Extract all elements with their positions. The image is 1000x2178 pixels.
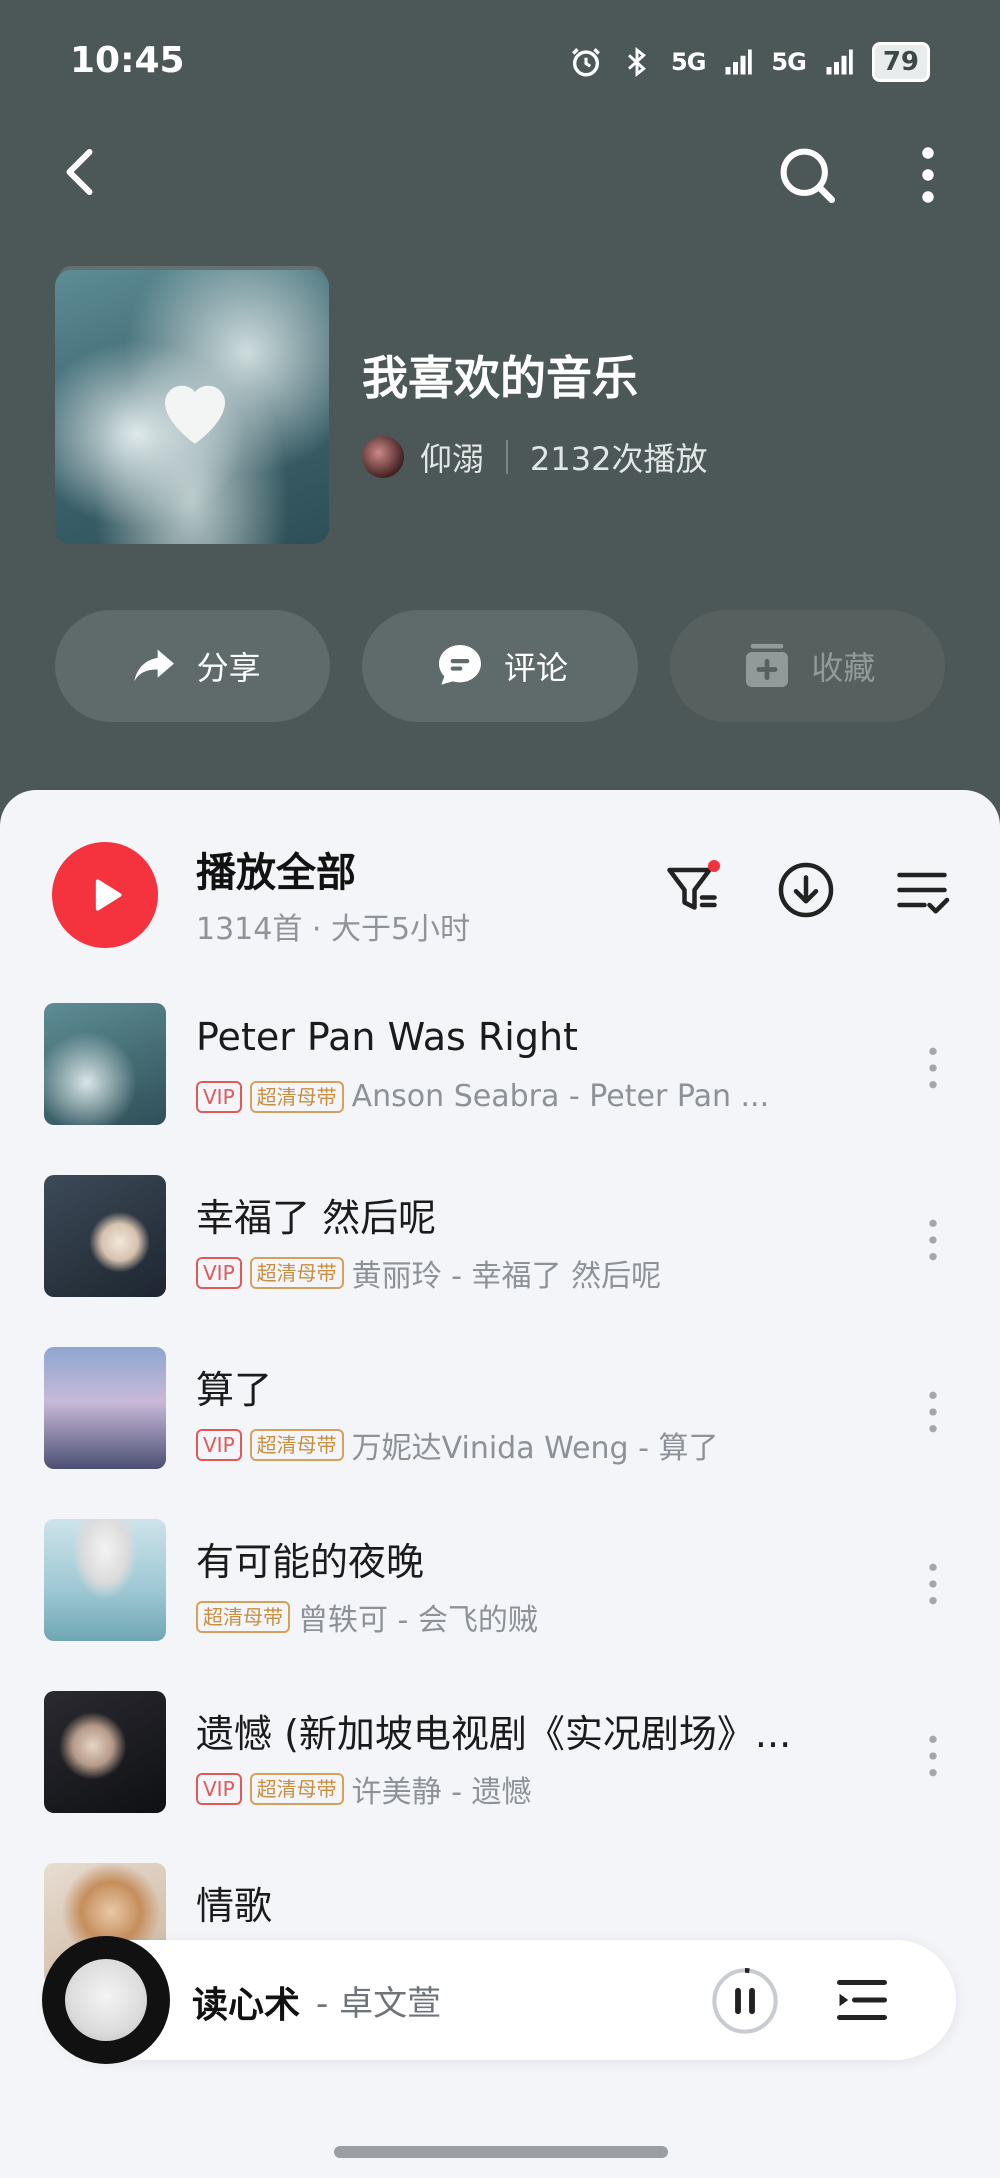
list-item[interactable]: 算了 VIP 超清母带 万妮达Vinida Weng - 算了 <box>0 1347 1000 1519</box>
avatar[interactable] <box>362 436 404 478</box>
play-count: 2132次播放 <box>530 440 708 478</box>
status-icons: 5G 5G 79 <box>569 42 930 82</box>
playlist-title: 我喜欢的音乐 <box>362 351 638 405</box>
now-playing-art <box>65 1959 147 2041</box>
playlist-header: 我喜欢的音乐 仰溺 2132次播放 <box>0 262 1000 562</box>
alarm-icon <box>572 48 600 77</box>
song-list: Peter Pan Was Right VIP 超清母带 Anson Seabr… <box>0 1003 1000 2035</box>
quality-badge: 超清母带 <box>249 1257 344 1289</box>
signal-bars-icon <box>826 49 853 75</box>
comment-label: 评论 <box>503 649 568 687</box>
list-item[interactable]: 有可能的夜晚 超清母带 曾轶可 - 会飞的贼 <box>0 1519 1000 1691</box>
play-all-label[interactable]: 播放全部 <box>196 840 356 898</box>
quality-badge: 超清母带 <box>249 1773 344 1805</box>
status-time: 10:45 <box>70 40 185 81</box>
play-icon <box>95 879 122 911</box>
list-item[interactable]: 遗憾 (新加坡电视剧《实况剧场》... VIP 超清母带 许美静 - 遗憾 <box>0 1691 1000 1863</box>
more-vertical-icon[interactable] <box>918 1559 948 1609</box>
song-title: Peter Pan Was Right <box>196 1015 578 1059</box>
collect-label: 收藏 <box>811 649 876 687</box>
playlist-cover[interactable] <box>55 270 329 544</box>
now-playing-title: 读心术 <box>192 1985 301 2026</box>
add-folder-icon <box>746 643 789 687</box>
song-subtitle: VIP 超清母带 许美静 - 遗憾 <box>196 1767 796 1811</box>
signal-bars-icon <box>725 49 753 75</box>
song-title: 有可能的夜晚 <box>196 1540 425 1584</box>
home-indicator[interactable] <box>334 2146 668 2158</box>
more-vertical-icon[interactable] <box>918 1731 948 1781</box>
now-playing-artist: - 卓文萱 <box>316 1984 442 2024</box>
quality-badge: 超清母带 <box>249 1080 344 1113</box>
quality-badge: 超清母带 <box>249 1429 344 1461</box>
list-item[interactable]: 幸福了 然后呢 VIP 超清母带 黄丽玲 - 幸福了 然后呢 <box>0 1175 1000 1347</box>
status-bar: 10:45 5G 5G 79 <box>0 0 1000 120</box>
song-title: 算了 <box>196 1368 273 1412</box>
album-art <box>44 1691 166 1813</box>
play-all-meta: 1314首 · 大于5小时 <box>196 912 471 947</box>
heart-icon <box>165 385 225 444</box>
play-all-button[interactable] <box>52 842 158 948</box>
album-art <box>44 1003 166 1125</box>
playlist-queue-icon[interactable] <box>832 1970 892 2030</box>
action-bar: 分享 评论 收藏 <box>55 610 945 722</box>
song-subtitle: 超清母带 曾轶可 - 会飞的贼 <box>196 1595 796 1639</box>
album-art <box>44 1175 166 1297</box>
song-subtitle: VIP 超清母带 万妮达Vinida Weng - 算了 <box>196 1423 796 1467</box>
collect-button[interactable]: 收藏 <box>669 610 945 722</box>
pause-icon[interactable] <box>710 1966 780 2036</box>
multi-select-icon[interactable] <box>892 860 952 920</box>
creator-row: 仰溺 2132次播放 <box>362 434 707 480</box>
song-title: 情歌 <box>196 1884 273 1928</box>
comment-button[interactable]: 评论 <box>362 610 638 722</box>
bluetooth-icon <box>628 46 646 78</box>
battery-indicator: 79 <box>871 42 930 82</box>
vip-badge: VIP <box>196 1080 242 1113</box>
song-artist: 许美静 - 遗憾 <box>351 1775 532 1810</box>
search-icon[interactable] <box>774 142 840 208</box>
download-icon[interactable] <box>776 860 836 920</box>
share-icon <box>133 649 174 682</box>
more-vertical-icon[interactable] <box>918 1215 948 1265</box>
share-label: 分享 <box>196 649 261 687</box>
top-nav <box>0 130 1000 220</box>
play-all-row: 播放全部 1314首 · 大于5小时 <box>0 840 1000 960</box>
more-vertical-icon[interactable] <box>918 1043 948 1093</box>
divider <box>506 440 509 474</box>
quality-badge: 超清母带 <box>196 1601 290 1633</box>
vip-badge: VIP <box>196 1257 242 1289</box>
signal-5g-1: 5G <box>671 48 706 76</box>
comment-icon <box>438 645 481 685</box>
more-vertical-icon[interactable] <box>918 1387 948 1437</box>
song-artist: 黄丽玲 - 幸福了 然后呢 <box>351 1259 662 1294</box>
list-item[interactable]: Peter Pan Was Right VIP 超清母带 Anson Seabr… <box>0 1003 1000 1175</box>
song-subtitle: VIP 超清母带 黄丽玲 - 幸福了 然后呢 <box>196 1251 796 1295</box>
song-subtitle: VIP 超清母带 Anson Seabra - Peter Pan ... <box>196 1079 796 1114</box>
song-title: 幸福了 然后呢 <box>196 1196 437 1240</box>
filter-badge <box>708 860 720 872</box>
album-art <box>44 1519 166 1641</box>
song-artist: 曾轶可 - 会飞的贼 <box>298 1603 538 1638</box>
vip-badge: VIP <box>196 1773 242 1805</box>
back-arrow-icon[interactable] <box>52 142 112 202</box>
mini-player[interactable]: 读心术 - 卓文萱 <box>42 1936 956 2064</box>
album-art <box>44 1347 166 1469</box>
creator-name[interactable]: 仰溺 <box>420 434 484 480</box>
song-title: 遗憾 (新加坡电视剧《实况剧场》... <box>196 1712 792 1756</box>
vip-badge: VIP <box>196 1429 242 1461</box>
more-vertical-icon[interactable] <box>908 142 948 208</box>
now-playing-disc[interactable] <box>42 1936 170 2064</box>
signal-5g-2: 5G <box>771 48 806 76</box>
share-button[interactable]: 分享 <box>55 610 331 722</box>
song-artist: 万妮达Vinida Weng - 算了 <box>351 1431 719 1466</box>
song-artist: Anson Seabra - Peter Pan ... <box>351 1079 770 1114</box>
